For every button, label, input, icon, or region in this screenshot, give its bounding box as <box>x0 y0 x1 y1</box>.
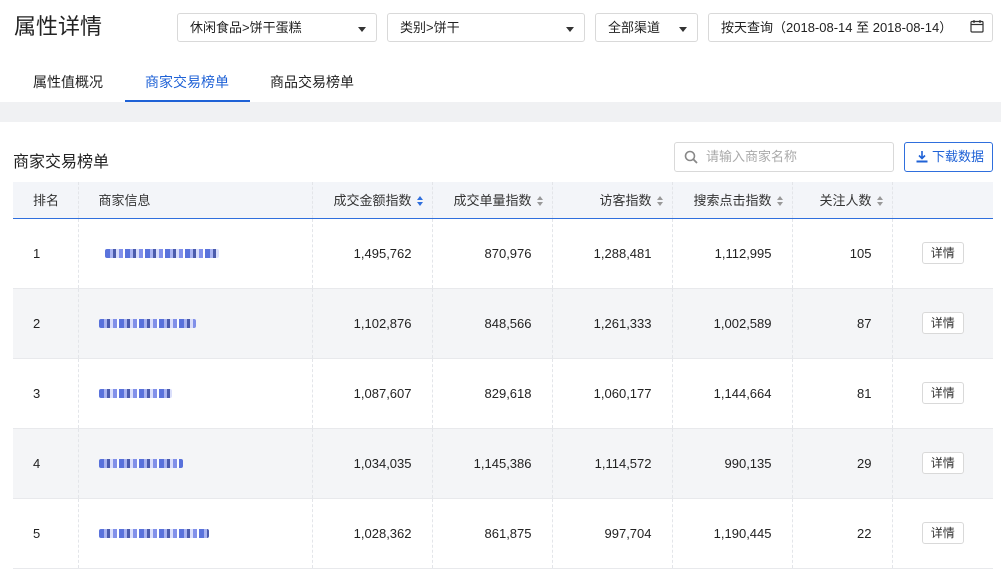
merchant-name-redacted <box>98 528 209 538</box>
merchant-name-redacted <box>98 458 183 468</box>
search-icon <box>684 150 698 164</box>
table-header-row: 排名 商家信息 成交金额指数 成交单量指数 访客指数 搜索点击指数 关注人数 <box>13 182 993 219</box>
tab-product-ranking[interactable]: 商品交易榜单 <box>270 72 354 92</box>
search-click-index-cell: 1,144,664 <box>672 358 793 429</box>
search-placeholder: 请输入商家名称 <box>706 149 798 164</box>
column-header-rank: 排名 <box>13 182 79 219</box>
detail-button[interactable]: 详情 <box>921 522 964 544</box>
rank-cell: 1 <box>13 218 79 289</box>
followers-cell: 105 <box>792 218 893 289</box>
sort-icon[interactable] <box>656 195 664 206</box>
visitor-index-cell: 1,288,481 <box>552 218 673 289</box>
table-row: 5 1,028,362 861,875 997,704 1,190,445 22… <box>13 498 993 569</box>
followers-cell: 81 <box>792 358 893 429</box>
actions-cell: 详情 <box>892 428 993 499</box>
merchant-info-cell <box>78 498 313 569</box>
gmv-index-cell: 1,495,762 <box>312 218 433 289</box>
detail-button[interactable]: 详情 <box>921 452 964 474</box>
category-select-value: 休闲食品>饼干蛋糕 <box>190 20 302 35</box>
download-icon <box>916 151 928 163</box>
channel-select[interactable]: 全部渠道 <box>595 13 698 42</box>
gmv-index-cell: 1,102,876 <box>312 288 433 359</box>
visitor-index-cell: 1,060,177 <box>552 358 673 429</box>
tab-attribute-overview[interactable]: 属性值概况 <box>33 72 103 92</box>
channel-select-value: 全部渠道 <box>608 20 661 35</box>
search-click-index-cell: 1,112,995 <box>672 218 793 289</box>
merchant-info-cell <box>78 288 313 359</box>
order-index-cell: 848,566 <box>432 288 553 359</box>
chevron-down-icon <box>358 27 366 32</box>
rank-cell: 5 <box>13 498 79 569</box>
detail-button[interactable]: 详情 <box>921 312 964 334</box>
sort-icon[interactable] <box>876 195 884 206</box>
tab-bar: 属性值概况 商家交易榜单 商品交易榜单 <box>0 62 1001 102</box>
followers-cell: 22 <box>792 498 893 569</box>
order-index-cell: 861,875 <box>432 498 553 569</box>
section-title: 商家交易榜单 <box>13 154 110 171</box>
download-label: 下载数据 <box>932 149 985 164</box>
table-row: 1 1,495,762 870,976 1,288,481 1,112,995 … <box>13 218 993 289</box>
gmv-index-cell: 1,034,035 <box>312 428 433 499</box>
detail-button[interactable]: 详情 <box>921 382 964 404</box>
header: 属性详情 休闲食品>饼干蛋糕 类别>饼干 全部渠道 按天查询（2018-08-1… <box>0 0 1001 104</box>
gmv-index-cell: 1,028,362 <box>312 498 433 569</box>
calendar-icon <box>970 20 984 33</box>
visitor-index-cell: 1,114,572 <box>552 428 673 499</box>
visitor-index-cell: 1,261,333 <box>552 288 673 359</box>
rank-cell: 4 <box>13 428 79 499</box>
merchant-info-cell <box>78 358 313 429</box>
date-range-value: 按天查询（2018-08-14 至 2018-08-14） <box>721 20 953 35</box>
page-title: 属性详情 <box>14 14 103 39</box>
sort-icon[interactable] <box>776 195 784 206</box>
section-divider <box>0 102 1001 122</box>
column-header-search-click-index[interactable]: 搜索点击指数 <box>672 182 793 219</box>
order-index-cell: 829,618 <box>432 358 553 429</box>
merchant-info-cell <box>78 428 313 499</box>
column-header-followers[interactable]: 关注人数 <box>792 182 893 219</box>
chevron-down-icon <box>679 27 687 32</box>
sort-icon[interactable] <box>536 195 544 206</box>
actions-cell: 详情 <box>892 358 993 429</box>
merchant-name-redacted <box>98 388 172 398</box>
column-header-visitor-index[interactable]: 访客指数 <box>552 182 673 219</box>
actions-cell: 详情 <box>892 498 993 569</box>
tab-merchant-ranking[interactable]: 商家交易榜单 <box>145 72 229 92</box>
actions-cell: 详情 <box>892 288 993 359</box>
column-header-order-index[interactable]: 成交单量指数 <box>432 182 553 219</box>
download-data-button[interactable]: 下载数据 <box>904 142 993 172</box>
sort-icon[interactable] <box>416 195 424 206</box>
merchant-name-redacted <box>104 248 219 258</box>
followers-cell: 29 <box>792 428 893 499</box>
date-range-picker[interactable]: 按天查询（2018-08-14 至 2018-08-14） <box>708 13 993 42</box>
merchant-name-redacted <box>98 318 196 328</box>
order-index-cell: 870,976 <box>432 218 553 289</box>
column-header-gmv-index[interactable]: 成交金额指数 <box>312 182 433 219</box>
type-select-value: 类别>饼干 <box>400 20 460 35</box>
merchant-search-input[interactable]: 请输入商家名称 <box>674 142 894 172</box>
actions-cell: 详情 <box>892 218 993 289</box>
table-row: 3 1,087,607 829,618 1,060,177 1,144,664 … <box>13 358 993 429</box>
search-click-index-cell: 990,135 <box>672 428 793 499</box>
table-row: 4 1,034,035 1,145,386 1,114,572 990,135 … <box>13 428 993 499</box>
search-click-index-cell: 1,190,445 <box>672 498 793 569</box>
followers-cell: 87 <box>792 288 893 359</box>
chevron-down-icon <box>566 27 574 32</box>
visitor-index-cell: 997,704 <box>552 498 673 569</box>
merchant-info-cell <box>78 218 313 289</box>
merchant-ranking-table: 排名 商家信息 成交金额指数 成交单量指数 访客指数 搜索点击指数 关注人数 1… <box>13 182 993 569</box>
search-click-index-cell: 1,002,589 <box>672 288 793 359</box>
rank-cell: 3 <box>13 358 79 429</box>
table-row: 2 1,102,876 848,566 1,261,333 1,002,589 … <box>13 288 993 359</box>
rank-cell: 2 <box>13 288 79 359</box>
column-header-merchant-info: 商家信息 <box>78 182 313 219</box>
detail-button[interactable]: 详情 <box>921 242 964 264</box>
column-header-actions <box>892 182 993 219</box>
type-select[interactable]: 类别>饼干 <box>387 13 585 42</box>
gmv-index-cell: 1,087,607 <box>312 358 433 429</box>
order-index-cell: 1,145,386 <box>432 428 553 499</box>
category-select[interactable]: 休闲食品>饼干蛋糕 <box>177 13 377 42</box>
